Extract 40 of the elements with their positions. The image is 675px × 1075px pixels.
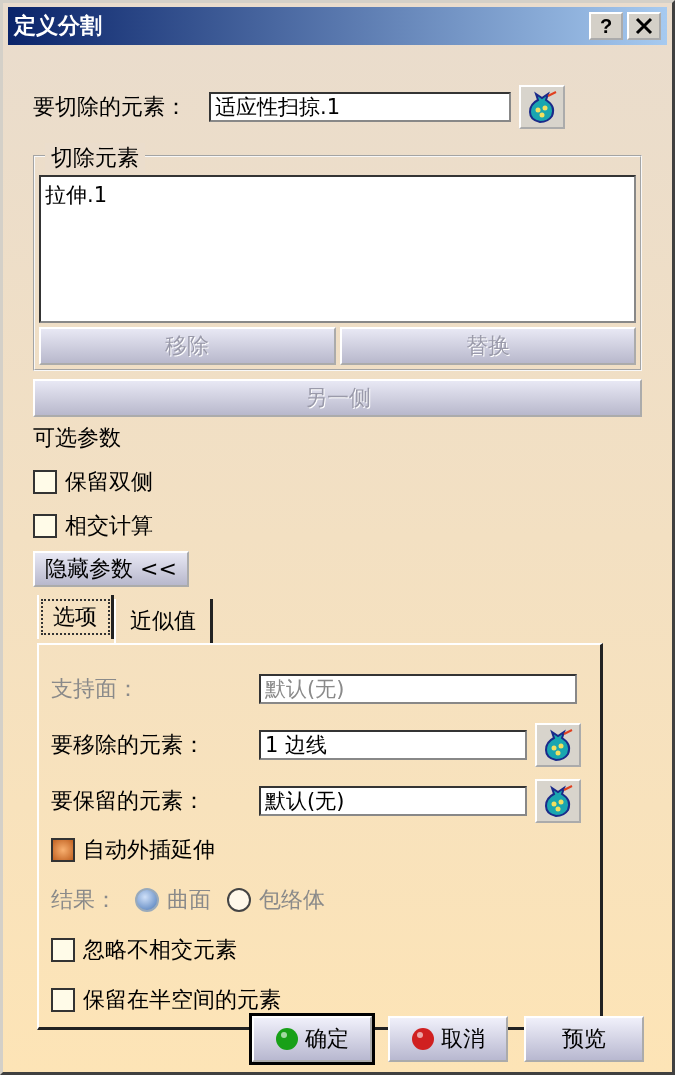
field-label: 要移除的元素： <box>51 731 206 759</box>
radio-label: 曲面 <box>167 886 211 914</box>
status-dot-icon <box>275 1027 299 1051</box>
input-field[interactable]: 1 边线 <box>259 730 527 760</box>
tab[interactable]: 选项 <box>37 595 114 639</box>
section-title: 可选参数 <box>33 424 121 452</box>
close-icon <box>635 17 653 35</box>
select-button[interactable] <box>535 723 581 767</box>
hide-parameters-button[interactable]: 隐藏参数 << <box>33 551 189 587</box>
radio-group-label: 结果： <box>51 886 117 914</box>
checkbox-label: 忽略不相交元素 <box>83 936 237 964</box>
field-label: 要切除的元素： <box>33 93 187 121</box>
checkbox[interactable] <box>51 838 75 862</box>
checkbox-label: 相交计算 <box>65 512 153 540</box>
list-item[interactable]: 拉伸.1 <box>45 181 108 209</box>
tab[interactable]: 近似值 <box>114 599 213 643</box>
selection-icon <box>542 728 574 762</box>
field-label: 要保留的元素： <box>51 787 206 815</box>
checkbox[interactable] <box>33 470 57 494</box>
checkbox[interactable] <box>51 938 75 962</box>
input-field[interactable]: 默认(无) <box>259 786 527 816</box>
checkbox-label: 保留在半空间的元素 <box>83 986 281 1014</box>
checkbox-label: 自动外插延伸 <box>83 836 215 864</box>
status-dot-icon <box>411 1027 435 1051</box>
field-label: 支持面： <box>51 675 140 703</box>
select-button[interactable] <box>535 779 581 823</box>
help-button[interactable]: ? <box>589 12 623 40</box>
window-title: 定义分割 <box>14 12 102 40</box>
radio-label: 包络体 <box>259 886 325 914</box>
checkbox-label: 保留双侧 <box>65 468 153 496</box>
dialog-button[interactable]: 确定 <box>252 1016 372 1062</box>
close-button[interactable] <box>627 12 661 40</box>
input-field[interactable]: 适应性扫掠.1 <box>209 92 511 122</box>
dialog-button[interactable]: 预览 <box>524 1016 644 1062</box>
selection-icon <box>526 90 558 124</box>
select-button[interactable] <box>519 85 565 129</box>
dialog-button[interactable]: 取消 <box>388 1016 508 1062</box>
selection-icon <box>542 784 574 818</box>
checkbox[interactable] <box>33 514 57 538</box>
checkbox[interactable] <box>51 988 75 1012</box>
